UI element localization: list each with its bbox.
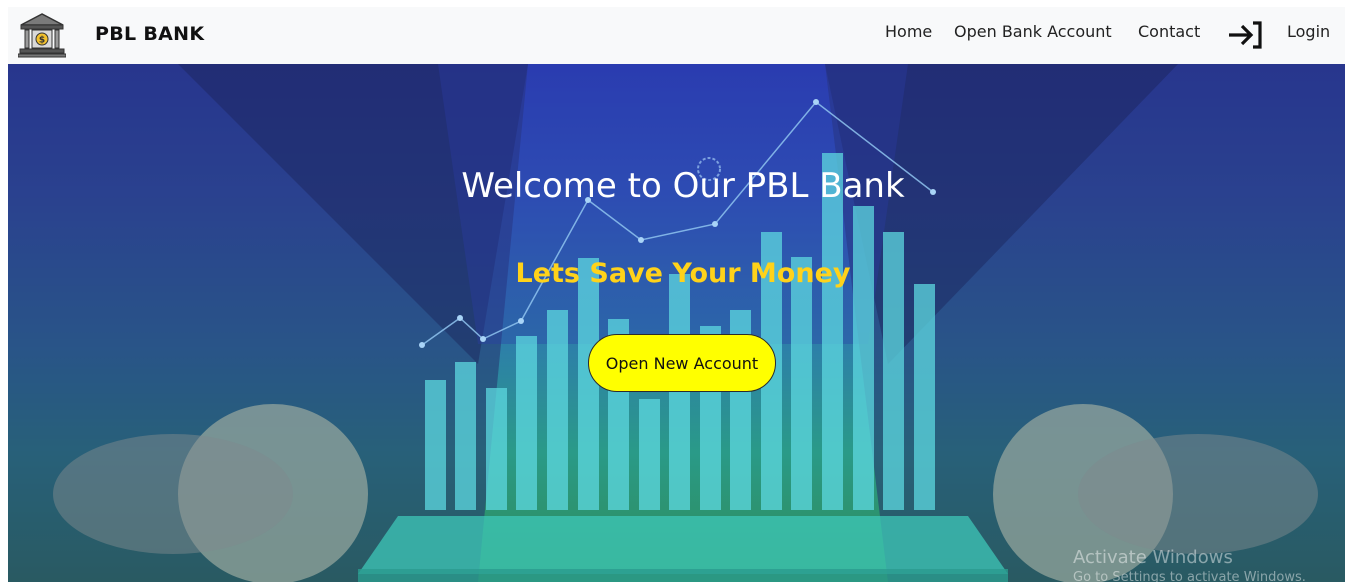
watermark-subtitle: Go to Settings to activate Windows. <box>1073 570 1306 582</box>
bank-building-icon[interactable]: $ <box>18 12 66 58</box>
hero-subtitle: Lets Save Your Money <box>515 258 851 289</box>
hero-title: Welcome to Our PBL Bank <box>461 166 905 206</box>
nav-link-login[interactable]: Login <box>1287 22 1330 41</box>
hero-background-image <box>8 64 1345 582</box>
nav-link-contact[interactable]: Contact <box>1138 22 1200 41</box>
navbar: $ PBL BANK Home Open Bank Account Contac… <box>8 7 1345 64</box>
svg-text:$: $ <box>39 36 45 46</box>
brand-name[interactable]: PBL BANK <box>95 23 204 45</box>
nav-link-home[interactable]: Home <box>885 22 932 41</box>
hero-banner: Welcome to Our PBL Bank Lets Save Your M… <box>8 64 1345 582</box>
activate-windows-watermark: Activate Windows Go to Settings to activ… <box>1073 547 1306 582</box>
watermark-title: Activate Windows <box>1073 547 1233 568</box>
nav-link-open-bank-account[interactable]: Open Bank Account <box>954 22 1112 41</box>
login-arrow-icon[interactable] <box>1227 20 1263 50</box>
open-new-account-button[interactable]: Open New Account <box>588 334 776 392</box>
